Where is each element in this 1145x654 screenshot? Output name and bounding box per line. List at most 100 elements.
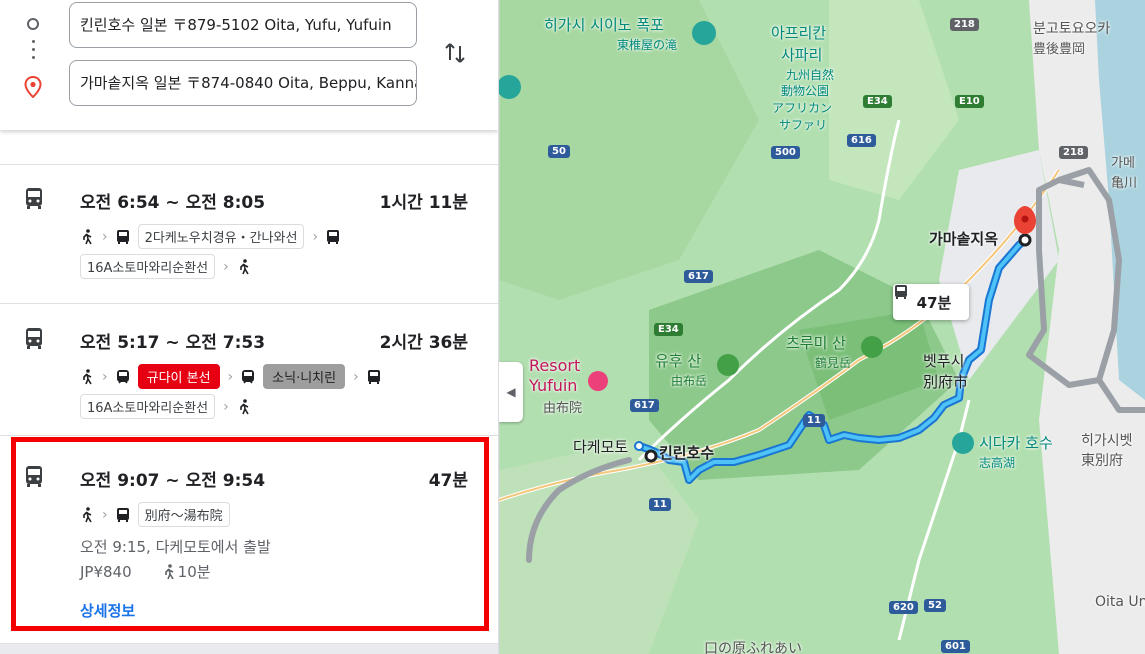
route-duration: 2시간 36분 bbox=[379, 333, 468, 353]
road-500: 500 bbox=[771, 146, 800, 159]
walk-icon bbox=[237, 258, 251, 275]
panel-bottom-bar bbox=[0, 644, 498, 654]
map-label-safari[interactable]: 아프리칸 bbox=[771, 22, 826, 43]
route-time: 오전 9:07 ~ 오전 9:54 bbox=[80, 471, 266, 491]
map-label-bungo-jp: 豊後豊岡 bbox=[1033, 42, 1086, 57]
collapse-panel-button[interactable]: ◀ bbox=[499, 362, 523, 422]
origin-input[interactable]: 킨린호수 일본 〒879-5102 Oita, Yufu, Yufuin bbox=[69, 2, 417, 48]
train-icon bbox=[22, 326, 46, 350]
route-meta: JP¥840 10분 bbox=[80, 561, 211, 582]
route-time: 오전 5:17 ~ 오전 7:53 bbox=[80, 333, 266, 353]
route-steps: › 규다이 본선 › 소닉·니치린 › bbox=[80, 364, 381, 389]
chevron-left-icon: ◀ bbox=[506, 385, 516, 399]
road-50: 50 bbox=[548, 145, 570, 158]
chevron-right-icon: › bbox=[102, 368, 108, 385]
road-617-b: 617 bbox=[630, 399, 659, 412]
previous-route-partial bbox=[0, 130, 498, 165]
road-11-a: 11 bbox=[803, 414, 825, 427]
road-218-a: 218 bbox=[950, 18, 979, 31]
map-label-origin[interactable]: 킨린호수 bbox=[659, 442, 714, 463]
map-label-kame-jp: 亀川 bbox=[1111, 176, 1138, 191]
map-label-yufu-mountain-jp: 由布岳 bbox=[671, 374, 708, 388]
map-label-safari-2: 사파리 bbox=[781, 46, 823, 64]
walk-duration: 10분 bbox=[177, 563, 211, 581]
bus-line-chip: 2다케노우치경유・간나와선 bbox=[137, 224, 305, 249]
route-duration-bubble[interactable]: 47분 bbox=[893, 284, 969, 320]
map-label-higashibeppu[interactable]: 히가시벳 bbox=[1081, 430, 1133, 450]
map-label-safari-jp4: サファリ bbox=[779, 118, 828, 132]
bus-step-icon bbox=[116, 507, 130, 523]
bus-line-chip: 16A소토마와리순환선 bbox=[80, 254, 216, 279]
bus-line-chip: 16A소토마와리순환선 bbox=[80, 394, 216, 419]
rail-line-chip: 소닉·니치린 bbox=[263, 364, 346, 389]
bus-icon bbox=[22, 186, 46, 210]
chevron-right-icon: › bbox=[102, 228, 108, 245]
chevron-right-icon: › bbox=[102, 506, 108, 523]
bus-icon bbox=[22, 464, 46, 488]
map-label-tsurumi-jp: 鶴見岳 bbox=[815, 356, 852, 370]
bubble-duration: 47분 bbox=[916, 293, 952, 312]
route-steps-2: 16A소토마와리순환선 › bbox=[80, 394, 251, 419]
map-label-safari-jp1: 九州自然 bbox=[786, 68, 835, 82]
map-label-shidaka-jp: 志高湖 bbox=[979, 456, 1016, 470]
map-label-beppu-jp: 別府市 bbox=[923, 373, 969, 391]
road-e34-a: E34 bbox=[863, 95, 892, 108]
road-616: 616 bbox=[847, 134, 876, 147]
map-label-higashibeppu-jp: 東別府 bbox=[1081, 453, 1123, 469]
origin-circle-icon bbox=[27, 18, 39, 30]
map-label-waterfall-jp: 東椎屋の滝 bbox=[617, 38, 678, 52]
walk-icon bbox=[237, 398, 251, 415]
rail-line-chip: 규다이 본선 bbox=[137, 364, 220, 389]
map-label-safari-jp3: アフリカン bbox=[772, 101, 833, 115]
walk-time: 10분 bbox=[162, 561, 211, 582]
details-link[interactable]: 상세정보 bbox=[80, 600, 135, 621]
departure-info: 오전 9:15, 다케모토에서 출발 bbox=[80, 538, 271, 556]
route-time: 오전 6:54 ~ 오전 8:05 bbox=[80, 193, 266, 213]
road-617-a: 617 bbox=[684, 270, 713, 283]
chevron-right-icon: › bbox=[353, 368, 359, 385]
destination-pin-icon bbox=[24, 75, 42, 102]
map-label-safari-jp2: 動物公園 bbox=[781, 84, 830, 98]
walk-icon bbox=[80, 506, 94, 523]
map-label-resort-2: Yufuin bbox=[529, 376, 578, 395]
road-218-b: 218 bbox=[1059, 146, 1088, 159]
map-label-yufu-mountain[interactable]: 유후 산 bbox=[655, 350, 701, 371]
map-label-yufuin: 由布院 bbox=[543, 401, 583, 416]
road-e10: E10 bbox=[955, 95, 984, 108]
map-label-destination[interactable]: 가마솥지옥 bbox=[929, 228, 998, 249]
map-label-waterfall[interactable]: 히가시 시이노 폭포 bbox=[544, 14, 664, 35]
map-canvas[interactable]: 히가시 시이노 폭포 東椎屋の滝 아프리칸 사파리 九州自然 動物公園 アフリカ… bbox=[499, 0, 1145, 654]
directions-panel: 킨린호수 일본 〒879-5102 Oita, Yufu, Yufuin 가마솥… bbox=[0, 0, 499, 654]
swap-icon[interactable] bbox=[440, 38, 470, 68]
map-label-nohara[interactable]: 口の原ふれあい bbox=[704, 638, 802, 654]
directions-header: 킨린호수 일본 〒879-5102 Oita, Yufu, Yufuin 가마솥… bbox=[0, 0, 498, 130]
bus-step-icon bbox=[116, 229, 130, 245]
walk-icon bbox=[80, 228, 94, 245]
route-duration: 1시간 11분 bbox=[379, 193, 468, 213]
map-label-shidaka[interactable]: 시다카 호수 bbox=[979, 432, 1053, 453]
road-620: 620 bbox=[889, 601, 918, 614]
map-label-bungo[interactable]: 분고토요오카 bbox=[1033, 18, 1110, 38]
train-step-icon bbox=[116, 369, 130, 385]
map-label-beppu[interactable]: 벳푸시 bbox=[923, 350, 964, 371]
route-steps-2: 16A소토마와리순환선 › bbox=[80, 254, 251, 279]
road-601: 601 bbox=[941, 640, 970, 653]
road-e34-b: E34 bbox=[654, 323, 683, 336]
route-option-2[interactable]: 오전 5:17 ~ 오전 7:53 2시간 36분 › 규다이 본선 › 소닉·… bbox=[0, 304, 498, 436]
destination-input[interactable]: 가마솥지옥 일본 〒874-0840 Oita, Beppu, Kannawa bbox=[69, 60, 417, 106]
chevron-right-icon: › bbox=[223, 398, 229, 415]
map-label-resort[interactable]: Resort bbox=[529, 356, 580, 375]
chevron-right-icon: › bbox=[223, 258, 229, 275]
map-label-oita[interactable]: Oita Uni bbox=[1095, 594, 1145, 610]
walk-icon bbox=[162, 563, 176, 580]
map-label-kame[interactable]: 가메 bbox=[1111, 152, 1135, 171]
route-steps: › 2다케노우치경유・간나와선 › bbox=[80, 224, 340, 249]
map-label-tsurumi[interactable]: 츠루미 산 bbox=[786, 332, 846, 353]
road-52: 52 bbox=[924, 599, 946, 612]
route-option-3[interactable]: 오전 9:07 ~ 오전 9:54 47분 › 別府～湯布院 오전 9:15, … bbox=[0, 436, 498, 644]
route-option-1[interactable]: 오전 6:54 ~ 오전 8:05 1시간 11분 › 2다케노우치경유・간나와… bbox=[0, 164, 498, 304]
bus-step-icon bbox=[367, 369, 381, 385]
route-duration: 47분 bbox=[428, 471, 468, 491]
map-label-takemoto[interactable]: 다케모토 bbox=[573, 436, 628, 457]
chevron-right-icon: › bbox=[312, 228, 319, 245]
